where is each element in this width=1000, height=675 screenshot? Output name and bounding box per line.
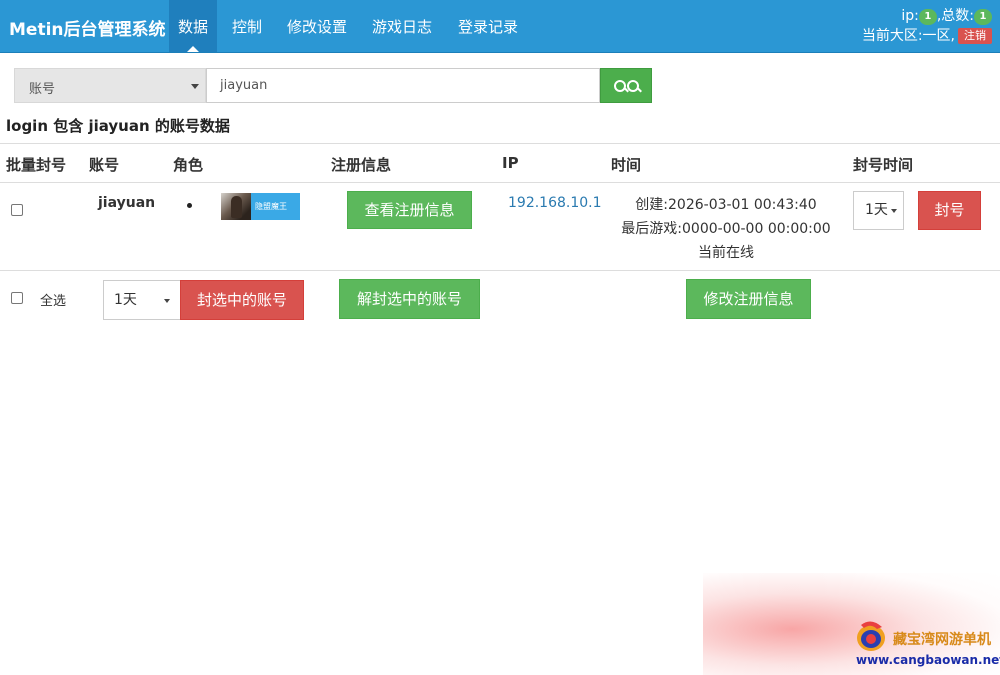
current-region: 当前大区:一区,	[861, 28, 955, 44]
search-input[interactable]: jiayuan	[206, 68, 600, 103]
th-bulk-ban: 批量封号	[6, 156, 67, 174]
nav-tab-control[interactable]: 控制	[223, 0, 271, 52]
nav-tab-label: 控制	[232, 18, 263, 36]
view-reg-info-button[interactable]: 查看注册信息	[347, 191, 472, 229]
table-header-border	[0, 182, 1000, 183]
nav-tab-label: 修改设置	[287, 18, 348, 36]
chevron-down-icon	[164, 299, 170, 303]
unban-selected-button[interactable]: 解封选中的账号	[339, 279, 480, 319]
ban-selected-button[interactable]: 封选中的账号	[180, 280, 304, 320]
nav-tab-data[interactable]: 数据	[169, 0, 218, 52]
result-title: login 包含 jiayuan 的账号数据	[6, 117, 230, 135]
th-account: 账号	[89, 156, 120, 174]
nav-tab-game-log[interactable]: 游戏日志	[363, 0, 441, 52]
nav-tab-label: 数据	[178, 18, 209, 36]
th-reg-info: 注册信息	[331, 156, 392, 174]
watermark-url: www.cangbaowan.net	[856, 653, 1000, 667]
th-ip: IP	[502, 154, 519, 172]
time-info: 创建:2026-03-01 00:43:40 最后游戏:0000-00-00 0…	[604, 193, 848, 265]
chevron-down-icon	[191, 84, 199, 89]
search-button[interactable]	[600, 68, 652, 103]
status-panel: ip: 1 ,总数: 1 当前大区:一区, 注销	[862, 6, 992, 46]
bulk-duration-select[interactable]: 1天	[103, 280, 181, 320]
total-count-badge: 1	[974, 9, 992, 25]
th-character: 角色	[173, 156, 204, 174]
online-status: 当前在线	[698, 245, 754, 261]
ban-duration-value: 1天	[865, 202, 888, 218]
table-top-border	[0, 143, 1000, 144]
select-all-checkbox[interactable]	[11, 292, 23, 304]
app-title[interactable]: Metin后台管理系统	[9, 15, 166, 40]
select-all-label: 全选	[40, 294, 67, 309]
th-ban-time: 封号时间	[853, 156, 914, 174]
watermark-name: 藏宝湾网游单机	[893, 632, 991, 648]
online-stats: ip: 1 ,总数: 1	[862, 6, 992, 26]
region-line: 当前大区:一区, 注销	[862, 26, 992, 46]
bulk-duration-value: 1天	[114, 292, 137, 308]
ban-button[interactable]: 封号	[918, 191, 981, 230]
watermark-logo-icon	[857, 621, 885, 651]
ip-label: ip:	[901, 8, 919, 24]
ban-duration-select[interactable]: 1天	[853, 191, 904, 230]
character-avatar[interactable]: 隐盟魔王	[221, 193, 300, 220]
nav-tab-label: 游戏日志	[372, 18, 433, 36]
top-navbar: Metin后台管理系统 数据 控制 修改设置 游戏日志 登录记录 ip: 1 ,总数…	[0, 0, 1000, 53]
nav-tab-login-records[interactable]: 登录记录	[449, 0, 527, 52]
created-time: 创建:2026-03-01 00:43:40	[635, 197, 817, 213]
character-bullet	[187, 203, 192, 208]
ip-link[interactable]: 192.168.10.1	[508, 195, 602, 211]
ip-count-badge: 1	[918, 9, 937, 25]
active-tab-caret	[187, 46, 199, 52]
total-label: ,总数:	[936, 8, 974, 24]
chevron-down-icon	[891, 209, 897, 213]
th-time: 时间	[611, 156, 642, 174]
character-name: 隐盟魔王	[255, 202, 287, 211]
search-field-value: 账号	[29, 82, 56, 97]
search-field-select[interactable]: 账号	[14, 68, 206, 103]
account-name[interactable]: jiayuan	[98, 195, 155, 211]
nav-tab-label: 登录记录	[458, 18, 519, 36]
search-input-value: jiayuan	[220, 78, 268, 93]
row-select-checkbox[interactable]	[11, 204, 23, 216]
edit-reg-info-button[interactable]: 修改注册信息	[686, 279, 811, 319]
logout-button[interactable]: 注销	[958, 28, 992, 44]
row-divider	[0, 270, 1000, 271]
nav-tab-settings[interactable]: 修改设置	[278, 0, 356, 52]
last-game-time: 最后游戏:0000-00-00 00:00:00	[621, 221, 831, 237]
